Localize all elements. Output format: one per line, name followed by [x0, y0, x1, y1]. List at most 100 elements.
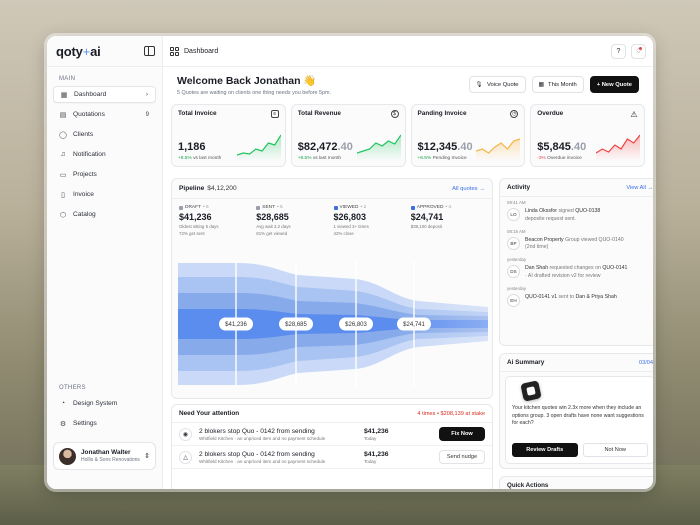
stage-approved[interactable]: APPROVED • 4 $24,741 $39,100 deposit [408, 205, 485, 237]
dollar-icon: $ [390, 110, 399, 118]
stage-draft[interactable]: DRAFT • 5 $41,236 Oldest sitting 5 days 72… [176, 205, 253, 237]
document-icon: ≡ [270, 110, 279, 118]
kpi-delta: +6.5% Pending Invoice [417, 156, 467, 161]
topbar: Dashboard ? ♢ [163, 36, 653, 67]
avatar: DS [507, 265, 520, 279]
palette-icon: ◔ [60, 400, 66, 407]
sparkline-area [356, 135, 401, 161]
kpi-delta: -3% Overdue invoice [537, 156, 582, 161]
sidebar-item-invoice[interactable]: ▯ Invoice [53, 186, 156, 203]
grid-icon: ▦ [60, 91, 68, 99]
grid-icon [170, 46, 179, 56]
user-name: Jonathan Walter [81, 449, 131, 456]
svg-text:$28,685: $28,685 [285, 322, 307, 328]
help-button[interactable]: ? [611, 43, 626, 59]
page-title: Welcome Back Jonathan 👋 [177, 75, 317, 87]
ai-suggestion: Your kitchen quotes win 2.3x more when t… [505, 376, 653, 464]
attention-row[interactable]: △ 2 blokers stop Quo - 0142 from sending… [172, 446, 492, 469]
sidebar-item-projects[interactable]: ▭ Projects [53, 166, 156, 183]
activity-item[interactable]: 08:15 AM BP Beacon Property Group viewed… [500, 226, 653, 255]
all-quotes-link[interactable]: All quotes → [452, 186, 485, 192]
sparkline-area [236, 135, 281, 161]
kpi-delta: +8.5% vs last month [297, 156, 342, 161]
warning-icon: ⚠ [630, 109, 638, 119]
main-content: Dashboard ? ♢ Welcome Back Jonathan 👋 5 … [163, 36, 653, 489]
chevron-right-icon: › [146, 91, 148, 98]
sidebar-item-clients[interactable]: ◯ Clients [53, 126, 156, 143]
sidebar-item-quotations[interactable]: ▤ Quotations 9 [53, 106, 156, 123]
sidebar-item-dashboard[interactable]: ▦ Dashboard › [53, 86, 156, 103]
kpi-value: $12,345.40 [417, 141, 473, 153]
activity-item[interactable]: 09:41 AM LO Linda Okssfor signed QUO-013… [500, 197, 653, 226]
attention-card: Need Your attention 4 times • $208,139 a… [171, 404, 493, 489]
notification-dot [639, 46, 642, 50]
funnel-label: $24,741 [397, 317, 431, 331]
activity-card: Activity View All → 09:41 AM LO Linda Ok… [499, 178, 653, 346]
gear-icon: ⚙ [59, 420, 67, 428]
chevron-updown-icon: ⇕ [144, 453, 150, 460]
send-nudge-button[interactable]: Send nudge [439, 450, 485, 464]
sidebar-item-design-system[interactable]: ◔ Design System [53, 395, 156, 412]
sidebar-item-notification[interactable]: ♫ Notification [53, 146, 156, 163]
pipeline-stages: DRAFT • 5 $41,236 Oldest sitting 5 days 72… [172, 199, 492, 237]
ai-summary-card: Ai Summary 03/04 Your kitchen quotes win… [499, 353, 653, 469]
quotations-count-badge: 9 [145, 111, 149, 118]
new-quote-button[interactable]: + New Quote [589, 76, 639, 93]
ai-summary-header: Ai Summary 03/04 [500, 354, 653, 372]
status-square-icon [179, 205, 183, 210]
avatar: BP [507, 236, 520, 250]
welcome-header: Welcome Back Jonathan 👋 5 Quotes are wai… [177, 74, 331, 96]
quick-actions-card: Quick Actions [499, 476, 653, 489]
sparkline-chart [236, 134, 281, 161]
user-icon: ◯ [59, 131, 67, 139]
box-icon: ⬡ [59, 211, 67, 219]
help-icon: ? [616, 47, 621, 55]
calendar-icon: ▦ [538, 81, 545, 88]
sparkline-chart [356, 134, 401, 161]
kpi-value: 1,186 [178, 141, 206, 153]
stage-viewed[interactable]: VIEWED • 2 $26,803 1 viewed 3+ times 42% c… [331, 205, 408, 237]
review-drafts-button[interactable]: Review Drafts [512, 443, 578, 457]
activity-item[interactable]: yesterday EH QUO-0141 v1 sent to Dan & P… [500, 283, 653, 309]
activity-item[interactable]: yesterday DS Dan Shah requested changes … [500, 254, 653, 283]
stage-sent[interactable]: SENT • 5 $28,685 Avg wait 3.2 days 81% get… [253, 205, 330, 237]
month-filter-button[interactable]: ▦ This Month [531, 76, 584, 93]
attention-row[interactable]: ◉ 2 blokers stop Quo - 0142 from sending… [172, 423, 492, 446]
kpi-card-total-revenue[interactable]: Total Revenue $ $82,472.40 +8.5% vs last… [290, 104, 406, 167]
kpi-card-pending-invoice[interactable]: Panding Invoice ◷ $12,345.40 +6.5% Pendi… [410, 104, 526, 167]
kpi-delta: +8.5% vs last month [178, 156, 222, 161]
avatar: LO [507, 208, 520, 221]
fix-now-button[interactable]: Fix Now [439, 427, 485, 441]
notifications-button[interactable]: ♢ [631, 43, 646, 59]
folder-icon: ▭ [59, 171, 67, 179]
pipeline-card: Pipeline $4,12,200 All quotes → DRAFT • 5… [171, 178, 493, 399]
breadcrumb: Dashboard [170, 46, 218, 56]
pipeline-header: Pipeline $4,12,200 All quotes → [172, 179, 492, 199]
status-square-icon [256, 205, 261, 210]
funnel-label: $41,236 [219, 317, 253, 331]
document-icon: ▤ [59, 111, 67, 119]
kpi-card-total-invoice[interactable]: Total Invoice ≡ 1,186 +8.5% vs last mont… [171, 104, 286, 167]
brand-logo[interactable]: qoty+ai [56, 44, 101, 59]
view-all-link[interactable]: View All → [626, 185, 653, 191]
sidebar-item-catalog[interactable]: ⬡ Catalog [53, 206, 156, 223]
bell-icon: ♫ [60, 151, 66, 158]
status-square-icon [410, 205, 415, 210]
microphone-icon: 🎙 [475, 81, 483, 88]
not-now-button[interactable]: Not Now [582, 443, 648, 457]
attention-stat: 4 times • $208,139 at stake [417, 410, 485, 417]
activity-header: Activity View All → [500, 179, 653, 197]
funnel-label: $26,803 [339, 317, 373, 331]
main-section-label: MAIN [59, 76, 76, 82]
kpi-cards: Total Invoice ≡ 1,186 +8.5% vs last mont… [171, 104, 645, 167]
ai-sparkle-icon [520, 380, 542, 402]
page-subtitle: 5 Quotes are waiting on clients one thin… [177, 90, 332, 96]
voice-quote-button[interactable]: 🎙 Voice Quote [468, 76, 526, 93]
brand-bar: qoty+ai [47, 36, 162, 67]
kpi-card-overdue[interactable]: Overdue ⚠ $5,845.40 -3% Overdue invoice [530, 104, 645, 167]
user-switcher[interactable]: Jonathan Walter Hollis & Sons Renovation… [53, 442, 156, 470]
sidebar-collapse-icon[interactable] [144, 46, 155, 56]
ai-summary-pager[interactable]: 03/04 [639, 360, 653, 366]
invoice-icon: ▯ [61, 191, 65, 199]
sidebar-item-settings[interactable]: ⚙ Settings [53, 415, 156, 432]
